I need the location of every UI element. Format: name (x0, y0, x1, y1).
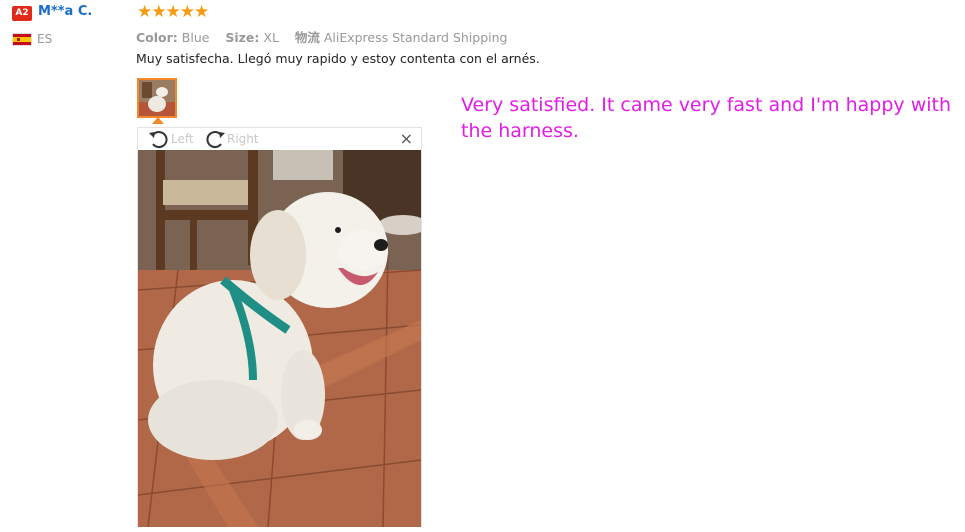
color-value: Blue (181, 30, 210, 45)
review-text: Muy satisfecha. Llegó muy rapido y estoy… (136, 51, 540, 66)
shipping-value: AliExpress Standard Shipping (323, 30, 508, 45)
size-value: XL (263, 30, 279, 45)
color-label: Color: (136, 30, 178, 45)
rotate-left-button[interactable]: Left (148, 129, 194, 149)
translation-note: Very satisfied. It came very fast and I'… (461, 94, 952, 142)
rotate-right-icon (206, 131, 225, 149)
reviewer-country: ES (37, 32, 53, 46)
photo-viewer: Left Right × (137, 127, 422, 527)
rotate-right-button[interactable]: Right (204, 129, 259, 149)
shipping-label: 物流 (294, 30, 320, 45)
size-label: Size: (225, 30, 260, 45)
reviewer-name[interactable]: M**a C. (38, 4, 92, 19)
spain-flag-icon (12, 33, 32, 46)
star-rating: ★★★★★ (137, 2, 209, 22)
order-attributes: Color: Blue Size: XL 物流 AliExpress Stand… (136, 27, 507, 46)
close-icon[interactable]: × (400, 131, 413, 147)
photo-viewer-toolbar: Left Right × (138, 128, 421, 150)
rotate-left-icon (149, 131, 168, 149)
review-photo (138, 150, 421, 527)
thumbnail-selected-caret (152, 117, 164, 124)
rotate-left-label: Left (171, 132, 194, 146)
user-level-badge: A2 (12, 6, 32, 21)
rotate-right-label: Right (227, 132, 259, 146)
review-photo-thumbnail[interactable] (137, 78, 177, 118)
